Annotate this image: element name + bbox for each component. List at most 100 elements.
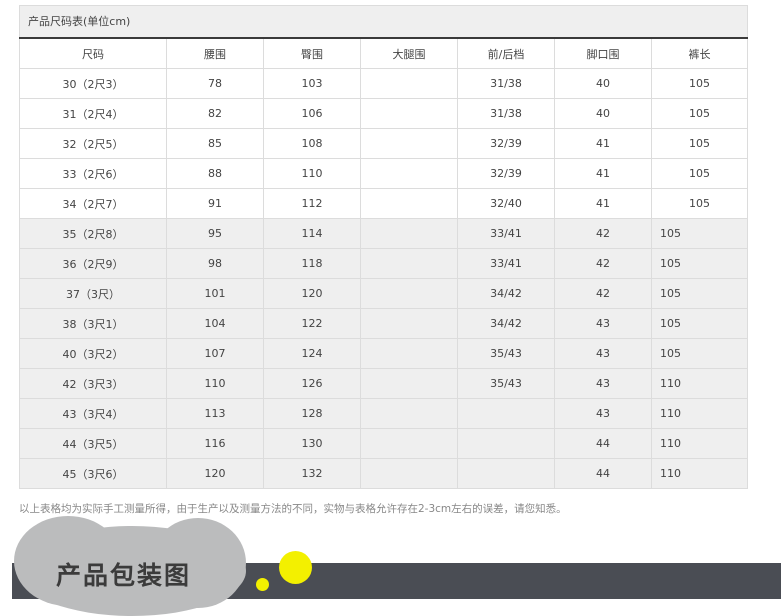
cell-leg-opening: 42 [554,278,652,309]
cell-length: 110 [651,368,748,399]
header-rise: 前/后档 [457,37,555,69]
cell-rise: 34/42 [457,308,555,339]
cell-thigh [360,248,458,279]
cell-rise [457,428,555,459]
table-row: 33（2尺6） 88 110 32/39 41 105 [19,158,748,189]
cell-size: 31（2尺4） [19,98,167,129]
cell-thigh [360,458,458,489]
cell-leg-opening: 41 [554,188,652,219]
cell-waist: 82 [166,98,264,129]
yellow-dot-large [279,551,312,584]
cell-leg-opening: 44 [554,428,652,459]
cell-hip: 106 [263,98,361,129]
cell-length: 105 [651,68,748,99]
cell-leg-opening: 41 [554,128,652,159]
cell-waist: 113 [166,398,264,429]
cell-size: 30（2尺3） [19,68,167,99]
cell-length: 105 [651,338,748,369]
cell-hip: 126 [263,368,361,399]
cell-waist: 116 [166,428,264,459]
cell-waist: 104 [166,308,264,339]
cell-waist: 95 [166,218,264,249]
cell-leg-opening: 43 [554,308,652,339]
cell-hip: 120 [263,278,361,309]
cell-length: 110 [651,398,748,429]
cell-size: 36（2尺9） [19,248,167,279]
cell-hip: 122 [263,308,361,339]
cell-hip: 112 [263,188,361,219]
cell-thigh [360,98,458,129]
cell-waist: 110 [166,368,264,399]
cell-rise: 35/43 [457,338,555,369]
table-body: 30（2尺3） 78 103 31/38 40 105 31（2尺4） 82 106 31/38 4… [19,68,748,489]
cell-length: 105 [651,128,748,159]
header-waist: 腰围 [166,37,264,69]
table-row: 32（2尺5） 85 108 32/39 41 105 [19,128,748,159]
cell-thigh [360,428,458,459]
section-title: 产品包装图 [56,561,192,590]
cell-length: 105 [651,218,748,249]
table-row: 44（3尺5） 116 130 44 110 [19,428,748,459]
cell-thigh [360,218,458,249]
cell-rise [457,398,555,429]
cell-size: 38（3尺1） [19,308,167,339]
header-thigh: 大腿围 [360,37,458,69]
cell-rise [457,458,555,489]
cell-rise: 32/39 [457,128,555,159]
cell-size: 34（2尺7） [19,188,167,219]
cell-thigh [360,368,458,399]
cell-rise: 34/42 [457,278,555,309]
cell-hip: 108 [263,128,361,159]
header-length: 裤长 [651,37,748,69]
table-row: 42（3尺3） 110 126 35/43 43 110 [19,368,748,399]
cell-thigh [360,188,458,219]
cell-size: 35（2尺8） [19,218,167,249]
cell-waist: 98 [166,248,264,279]
table-row: 31（2尺4） 82 106 31/38 40 105 [19,98,748,129]
table-row: 34（2尺7） 91 112 32/40 41 105 [19,188,748,219]
cell-rise: 33/41 [457,218,555,249]
cell-thigh [360,338,458,369]
cell-length: 110 [651,458,748,489]
cell-hip: 114 [263,218,361,249]
cell-waist: 85 [166,128,264,159]
cell-length: 105 [651,98,748,129]
cell-rise: 32/39 [457,158,555,189]
yellow-dot-small [256,578,269,591]
cell-leg-opening: 40 [554,68,652,99]
cell-thigh [360,278,458,309]
cell-rise: 35/43 [457,368,555,399]
table-row: 30（2尺3） 78 103 31/38 40 105 [19,68,748,99]
cell-waist: 107 [166,338,264,369]
cell-rise: 33/41 [457,248,555,279]
table-header-row: 尺码 腰围 臀围 大腿围 前/后档 脚口围 裤长 [19,37,748,69]
cell-thigh [360,158,458,189]
cell-rise: 31/38 [457,98,555,129]
cell-leg-opening: 42 [554,218,652,249]
cell-length: 105 [651,248,748,279]
cell-waist: 91 [166,188,264,219]
cell-size: 32（2尺5） [19,128,167,159]
header-hip: 臀围 [263,37,361,69]
cell-length: 105 [651,158,748,189]
cell-leg-opening: 41 [554,158,652,189]
table-row: 37（3尺） 101 120 34/42 42 105 [19,278,748,309]
cell-hip: 132 [263,458,361,489]
cell-length: 105 [651,278,748,309]
cell-thigh [360,68,458,99]
cell-hip: 130 [263,428,361,459]
header-leg-opening: 脚口围 [554,37,652,69]
cell-leg-opening: 40 [554,98,652,129]
cell-waist: 88 [166,158,264,189]
table-row: 45（3尺6） 120 132 44 110 [19,458,748,489]
cell-leg-opening: 42 [554,248,652,279]
cell-leg-opening: 43 [554,398,652,429]
cell-waist: 101 [166,278,264,309]
cell-length: 105 [651,308,748,339]
table-row: 38（3尺1） 104 122 34/42 43 105 [19,308,748,339]
cell-size: 37（3尺） [19,278,167,309]
measurement-note: 以上表格均为实际手工测量所得，由于生产以及测量方法的不同，实物与表格允许存在2-… [19,503,567,515]
cell-hip: 124 [263,338,361,369]
cell-hip: 110 [263,158,361,189]
cell-leg-opening: 43 [554,338,652,369]
